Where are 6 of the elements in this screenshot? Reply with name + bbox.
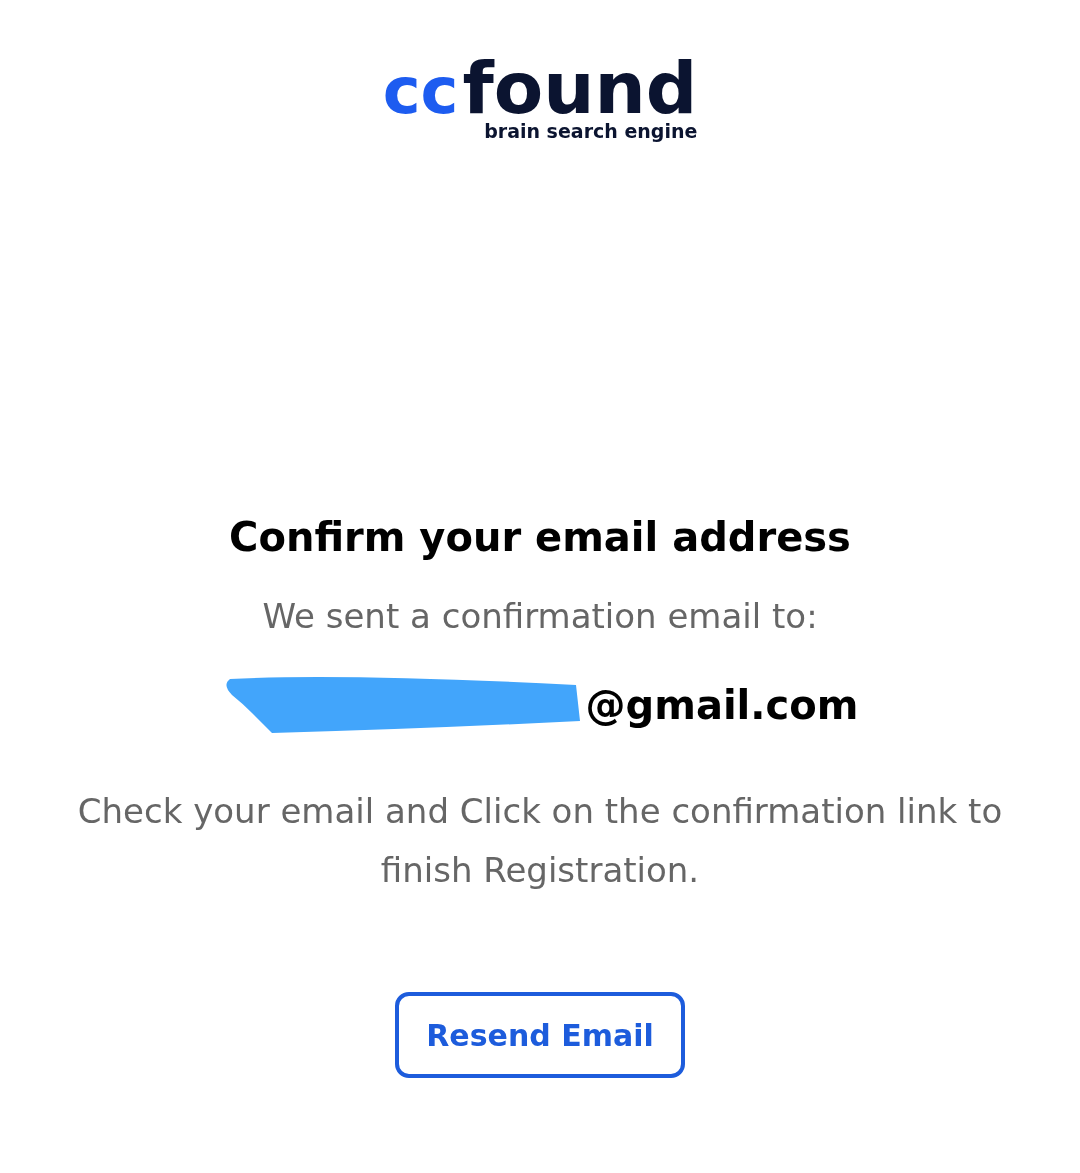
logo-mark: cc xyxy=(382,59,459,123)
page-heading: Confirm your email address xyxy=(229,514,851,560)
resend-email-button[interactable]: Resend Email xyxy=(395,992,685,1078)
sent-message: We sent a confirmation email to: xyxy=(262,596,818,636)
instructions-text: Check your email and Click on the confirmation link to finish Registration. xyxy=(76,790,1004,892)
email-address: @gmail.com xyxy=(585,682,859,728)
